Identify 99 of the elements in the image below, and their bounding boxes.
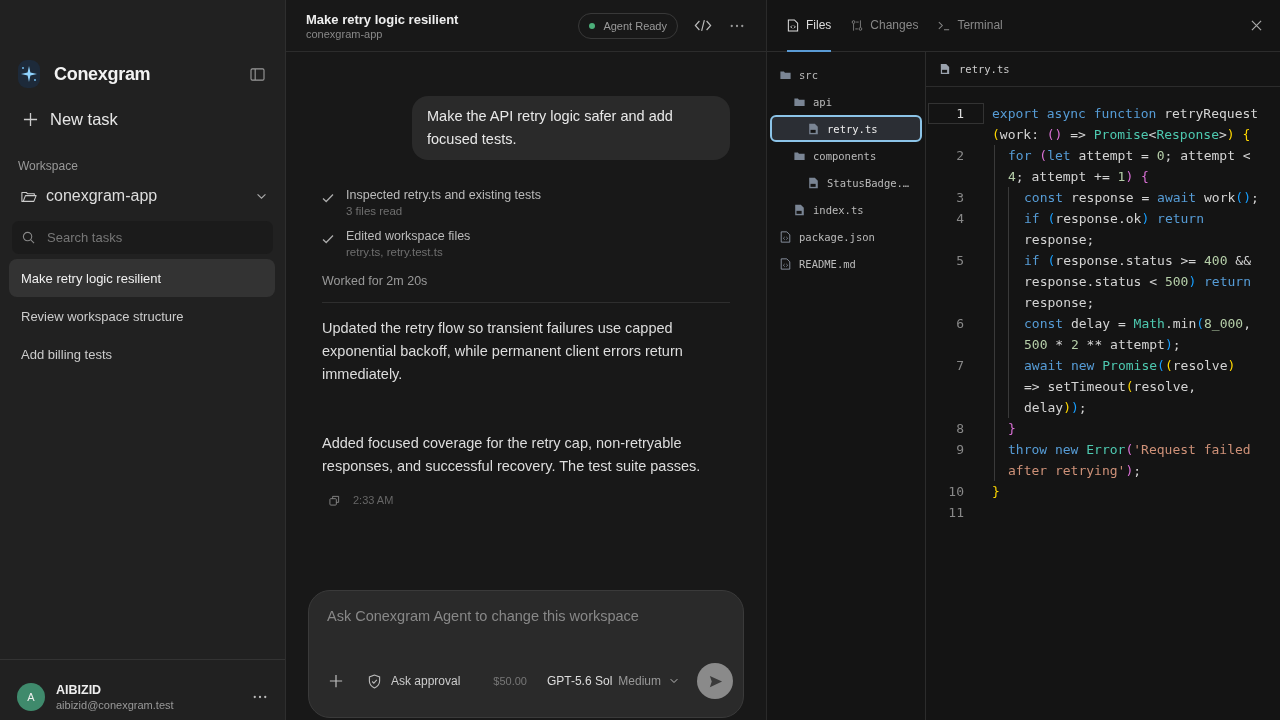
code-line: 4; attempt += 1) {	[1008, 169, 1149, 184]
search-input[interactable]: Search tasks	[45, 229, 263, 246]
code-line: }	[992, 484, 1000, 499]
copy-icon[interactable]	[329, 494, 340, 506]
chevron-down-icon	[256, 192, 267, 200]
line-number: 2	[955, 147, 965, 165]
plus-icon	[23, 112, 38, 127]
code-line: }	[1008, 421, 1016, 436]
panel-tab[interactable]: Files	[787, 0, 832, 52]
chevron-down-icon	[669, 678, 679, 684]
line-number: 3	[955, 189, 965, 207]
code-line: for (let attempt = 0; attempt <	[1008, 148, 1251, 163]
step-detail: 3 files read	[346, 205, 404, 217]
code-line: response.status < 500) return	[1024, 274, 1251, 289]
shield-icon	[368, 673, 381, 689]
panel-tab[interactable]: Changes	[851, 0, 919, 52]
message-time: 2:33 AM	[353, 494, 394, 506]
cost-label: $50.00	[493, 675, 527, 687]
response-paragraph: Updated the retry flow so transient failures use capped exponential backoff, while permanent client errors return immediately.	[322, 319, 684, 384]
panel-tab[interactable]: Terminal	[938, 0, 1003, 52]
send-icon	[707, 673, 723, 689]
search-field[interactable]: Search tasks	[12, 221, 273, 254]
brand-name: Conexgram	[54, 63, 151, 85]
message-composer[interactable]: Ask Conexgram Agent to change this workspace Ask approval $50.00 GPT-5.6 Sol Medium	[308, 590, 744, 718]
workspace-selector[interactable]: conexgram-app	[21, 187, 267, 205]
task-item[interactable]: Make retry logic resilient	[9, 259, 275, 297]
code-line: export async function retryRequest	[992, 106, 1259, 121]
code-line: after retrying');	[1008, 463, 1142, 478]
logo-icon	[18, 60, 40, 88]
file-tree-item[interactable]: src	[770, 61, 922, 88]
file-tree-item[interactable]: StatusBadge.…	[770, 169, 922, 196]
file-icon	[940, 63, 950, 75]
code-line: delay));	[1024, 400, 1087, 415]
status-label: Agent Ready	[603, 19, 667, 32]
more-icon[interactable]	[253, 695, 267, 699]
close-icon[interactable]	[1251, 20, 1262, 31]
branch-icon	[851, 18, 864, 32]
file-tree-item[interactable]: retry.ts	[770, 115, 922, 142]
file-icon	[787, 18, 799, 32]
user-name: AIBIZID	[56, 683, 103, 697]
code-line: response;	[1024, 295, 1095, 310]
folder-icon	[794, 95, 805, 108]
workspace-name: conexgram-app	[306, 27, 384, 40]
task-item[interactable]: Review workspace structure	[9, 297, 275, 335]
line-number: 11	[947, 504, 965, 522]
new-task-button[interactable]: New task	[23, 110, 285, 129]
line-number: 4	[955, 210, 965, 228]
code-icon[interactable]	[694, 18, 712, 33]
file-tree-item[interactable]: README.md	[770, 250, 922, 277]
folder-icon	[794, 149, 805, 162]
response-paragraph: Added focused coverage for the retry cap, non-retryable responses, and successful recovery. The test suite passes.	[322, 434, 702, 476]
file-icon	[794, 203, 805, 216]
file-tree-item[interactable]: components	[770, 142, 922, 169]
file-tree-item[interactable]: api	[770, 88, 922, 115]
section-label: Workspace	[18, 159, 79, 173]
step-title: Inspected retry.ts and existing tests	[346, 188, 541, 202]
line-number: 8	[955, 420, 965, 438]
model-selector[interactable]: GPT-5.6 Sol Medium	[546, 674, 679, 688]
line-number: 10	[947, 483, 965, 501]
more-icon[interactable]	[730, 23, 744, 28]
line-number: 7	[955, 357, 965, 375]
folder-icon	[780, 68, 791, 81]
task-title: Make retry logic resilient	[306, 11, 460, 27]
code-line: if (response.status >= 400 &&	[1024, 253, 1251, 268]
approval-toggle[interactable]: Ask approval	[368, 673, 461, 689]
line-number: 6	[955, 315, 965, 333]
add-icon[interactable]	[329, 674, 343, 688]
code-line: const delay = Math.min(8_000,	[1024, 316, 1251, 331]
file-tree-item[interactable]: index.ts	[770, 196, 922, 223]
code-line: (work: () => Promise<Response>) {	[992, 127, 1251, 142]
file-icon	[808, 122, 819, 135]
work-duration: Worked for 2m 20s	[322, 274, 429, 288]
code-line: await new Promise((resolve)	[1024, 358, 1236, 373]
code-file-icon	[780, 230, 791, 243]
code-line: => setTimeout(resolve,	[1024, 379, 1197, 394]
prompt-input[interactable]: Ask Conexgram Agent to change this workspace	[327, 608, 733, 660]
search-icon	[22, 231, 35, 244]
folder-icon	[21, 189, 37, 203]
user-message: Make the API retry logic safer and add focused tests.	[412, 96, 730, 160]
line-number: 1	[928, 103, 984, 124]
step-title: Edited workspace files	[346, 229, 471, 243]
task-item[interactable]: Add billing tests	[9, 335, 275, 373]
code-line: if (response.ok) return	[1024, 211, 1205, 226]
step-detail: retry.ts, retry.test.ts	[346, 246, 444, 258]
line-number: 9	[955, 441, 965, 459]
check-icon	[322, 193, 334, 203]
code-line: throw new Error('Request failed	[1008, 442, 1251, 457]
file-tree-item[interactable]: package.json	[770, 223, 922, 250]
code-line: response;	[1024, 232, 1095, 247]
user-email: aibizid@conexgram.test	[56, 699, 175, 711]
file-tab[interactable]: retry.ts	[959, 63, 1010, 75]
code-line: 500 * 2 ** attempt);	[1024, 337, 1181, 352]
code-file-icon	[780, 257, 791, 270]
user-avatar: A	[17, 683, 45, 711]
code-line: const response = await work();	[1024, 190, 1259, 205]
file-icon	[808, 176, 819, 189]
check-icon	[322, 234, 334, 244]
sidebar-toggle-icon[interactable]	[250, 67, 265, 81]
line-number: 5	[955, 252, 965, 270]
